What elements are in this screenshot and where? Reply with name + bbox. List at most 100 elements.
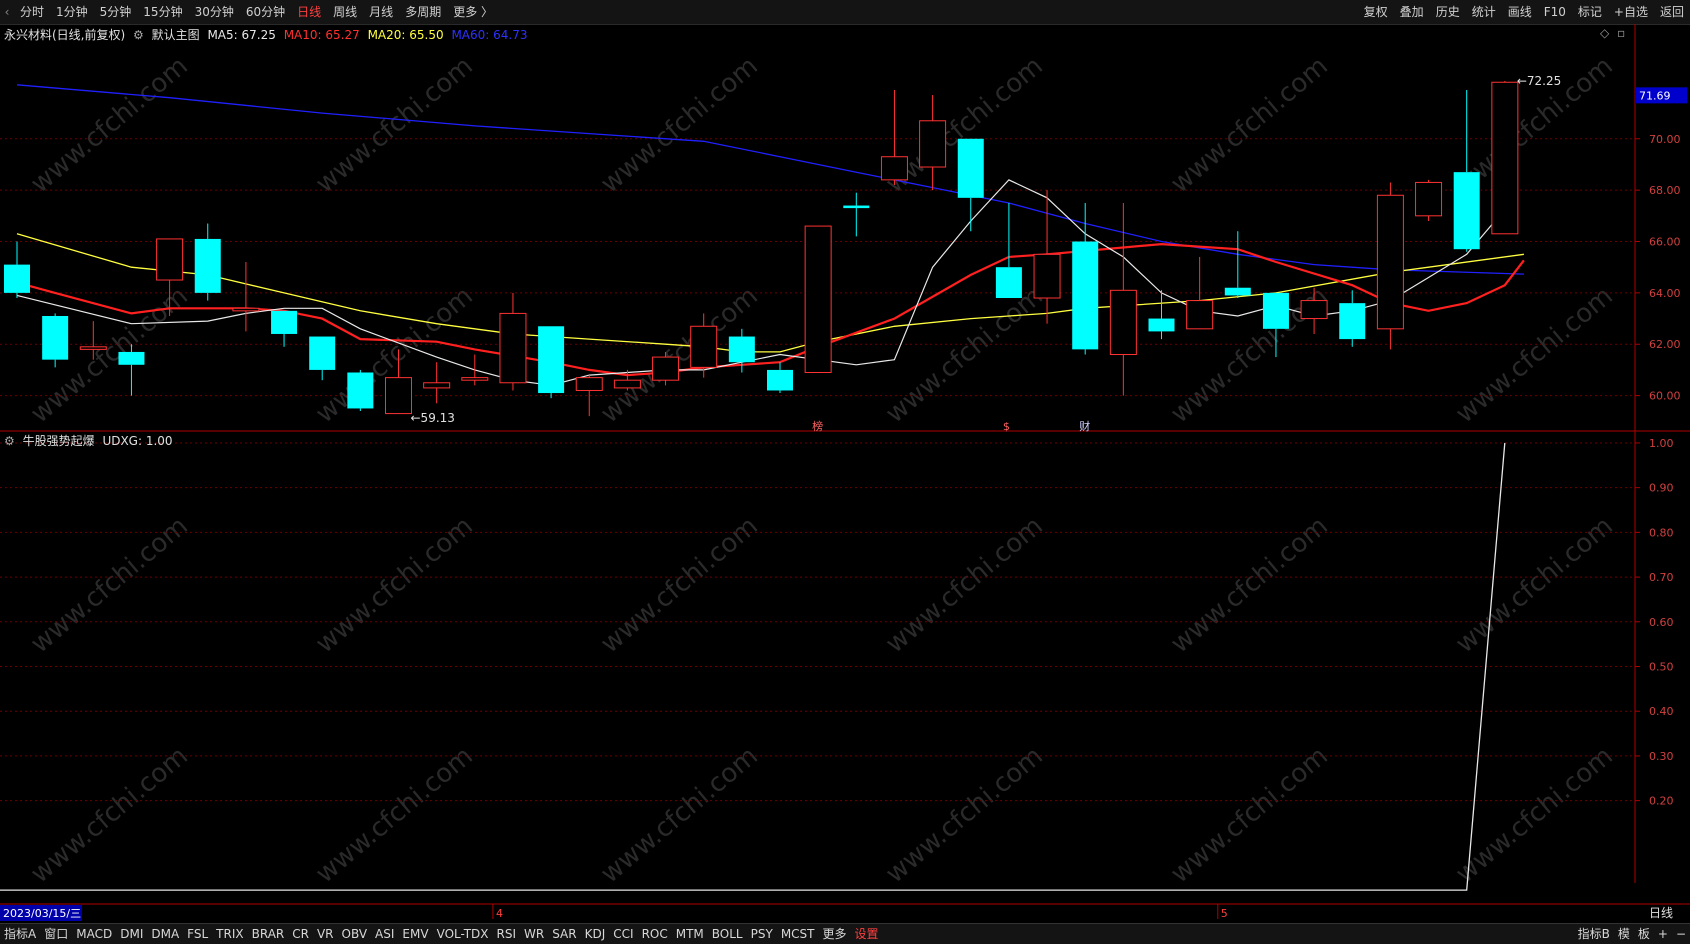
sub-settings-icon[interactable]: ⚙ (4, 434, 15, 448)
period-tab[interactable]: 分时 (14, 0, 50, 24)
period-tab[interactable]: 日线 (291, 0, 327, 24)
y-tick-label: 0.40 (1649, 705, 1674, 718)
candle-body (538, 326, 565, 394)
indicator-tab[interactable]: ROC (638, 924, 672, 944)
indicator-tab[interactable]: CCI (609, 924, 637, 944)
indicator-tab[interactable]: TRIX (212, 924, 247, 944)
indicator-tab[interactable]: 指标A (0, 924, 40, 944)
tool-button[interactable]: F10 (1538, 0, 1572, 24)
y-tick-label: 66.00 (1649, 236, 1681, 249)
candle-body (1262, 292, 1289, 329)
indicator-tab[interactable]: SAR (548, 924, 580, 944)
indicator-tab[interactable]: BOLL (708, 924, 747, 944)
indicator-tab[interactable]: PSY (747, 924, 777, 944)
watermark-text: www.cfchi.com (25, 511, 194, 659)
indicator-tab[interactable]: 更多 (819, 924, 851, 944)
candle-body (461, 377, 489, 381)
watermark-text: www.cfchi.com (595, 511, 764, 659)
tool-button[interactable]: 叠加 (1394, 0, 1430, 24)
tool-button[interactable]: 统计 (1466, 0, 1502, 24)
y-tick-label: 0.50 (1649, 661, 1674, 674)
template-name[interactable]: 默认主图 (152, 28, 200, 42)
candle-body (767, 369, 793, 391)
period-tab[interactable]: 15分钟 (137, 0, 188, 24)
bottom-right-button[interactable]: 指标B (1574, 924, 1614, 944)
watermark-text: www.cfchi.com (1165, 51, 1334, 199)
candle-body (690, 325, 718, 368)
bottom-right-button[interactable]: 模 (1614, 924, 1634, 944)
period-tab[interactable]: 月线 (363, 0, 399, 24)
watermark-text: www.cfchi.com (1450, 741, 1619, 889)
watermark-text: www.cfchi.com (1450, 281, 1619, 429)
candle-body (1339, 303, 1366, 340)
indicator-tab[interactable]: EMV (398, 924, 432, 944)
indicator-tab[interactable]: KDJ (581, 924, 610, 944)
watermark-text: www.cfchi.com (880, 511, 1049, 659)
indicator-tab[interactable]: 设置 (851, 924, 883, 944)
ma5-legend: MA5: 67.25 (207, 28, 276, 42)
indicator-name[interactable]: 牛股强势起爆 (23, 434, 95, 448)
tool-button[interactable]: 标记 (1572, 0, 1608, 24)
tool-button[interactable]: 返回 (1654, 0, 1690, 24)
watermark-text: www.cfchi.com (1450, 511, 1619, 659)
period-tab[interactable]: 60分钟 (240, 0, 291, 24)
indicator-tab[interactable]: BRAR (248, 924, 289, 944)
candle-body (194, 238, 221, 293)
y-tick-label: 0.80 (1649, 526, 1674, 539)
candle-body (232, 307, 260, 312)
bottom-right-button[interactable]: 板 (1634, 924, 1654, 944)
indicator-tab[interactable]: FSL (183, 924, 212, 944)
collapse-icon[interactable]: ‹ (0, 0, 14, 24)
period-tab[interactable]: 多周期 (399, 0, 447, 24)
indicator-tab[interactable]: MTM (672, 924, 708, 944)
y-tick-label: 60.00 (1649, 390, 1681, 403)
bottom-right-button[interactable]: + (1654, 924, 1672, 944)
bottom-right-button[interactable]: − (1672, 924, 1690, 944)
indicator-tab[interactable]: MCST (777, 924, 819, 944)
indicator-tab[interactable]: OBV (338, 924, 372, 944)
month-label: 5 (1221, 907, 1228, 920)
indicator-tab[interactable]: MACD (72, 924, 116, 944)
watermark-text: www.cfchi.com (595, 51, 764, 199)
sub-legend: ⚙ 牛股强势起爆 UDXG: 1.00 (4, 432, 177, 449)
stock-chart[interactable]: www.cfchi.com www.cfchi.com www.cfchi.com w… (0, 24, 1690, 923)
candle-body (79, 346, 107, 350)
tool-button[interactable]: 历史 (1430, 0, 1466, 24)
y-tick-label: 0.70 (1649, 571, 1674, 584)
watermark-text: www.cfchi.com (310, 51, 479, 199)
watermark-text: www.cfchi.com (880, 741, 1049, 889)
tool-button[interactable]: 复权 (1358, 0, 1394, 24)
indicator-tab[interactable]: RSI (493, 924, 521, 944)
watermark-text: www.cfchi.com (880, 281, 1049, 429)
indicator-tab[interactable]: WR (520, 924, 548, 944)
tool-button[interactable]: 画线 (1502, 0, 1538, 24)
watermark-text: www.cfchi.com (1165, 741, 1334, 889)
period-label: 日线 (1649, 906, 1673, 920)
indicator-tab[interactable]: VOL-TDX (433, 924, 493, 944)
candle-body (156, 238, 184, 281)
settings-icon[interactable]: ⚙ (133, 28, 144, 42)
candle-body (1072, 241, 1099, 350)
indicator-tab[interactable]: CR (288, 924, 313, 944)
indicator-tab[interactable]: VR (313, 924, 338, 944)
period-tab[interactable]: 更多 〉 (447, 0, 499, 24)
y-tick-label: 0.60 (1649, 616, 1674, 629)
candle-body (880, 156, 908, 181)
period-tab[interactable]: 周线 (327, 0, 363, 24)
current-price-label: 71.69 (1639, 89, 1671, 102)
period-tab[interactable]: 5分钟 (94, 0, 138, 24)
indicator-tab[interactable]: 窗口 (40, 924, 72, 944)
tool-button[interactable]: +自选 (1608, 0, 1654, 24)
candle-body (1186, 300, 1214, 330)
y-tick-label: 0.30 (1649, 750, 1674, 763)
indicator-tab[interactable]: DMI (116, 924, 147, 944)
watermark-text: www.cfchi.com (1165, 511, 1334, 659)
candle-body (1376, 194, 1404, 330)
indicator-tab[interactable]: DMA (147, 924, 183, 944)
diamond-icon[interactable]: ◇ (1600, 26, 1609, 40)
candle-body (118, 351, 145, 365)
period-tab[interactable]: 1分钟 (50, 0, 94, 24)
indicator-tab[interactable]: ASI (371, 924, 398, 944)
period-tab[interactable]: 30分钟 (189, 0, 240, 24)
maximize-icon[interactable]: ▫ (1617, 26, 1625, 40)
